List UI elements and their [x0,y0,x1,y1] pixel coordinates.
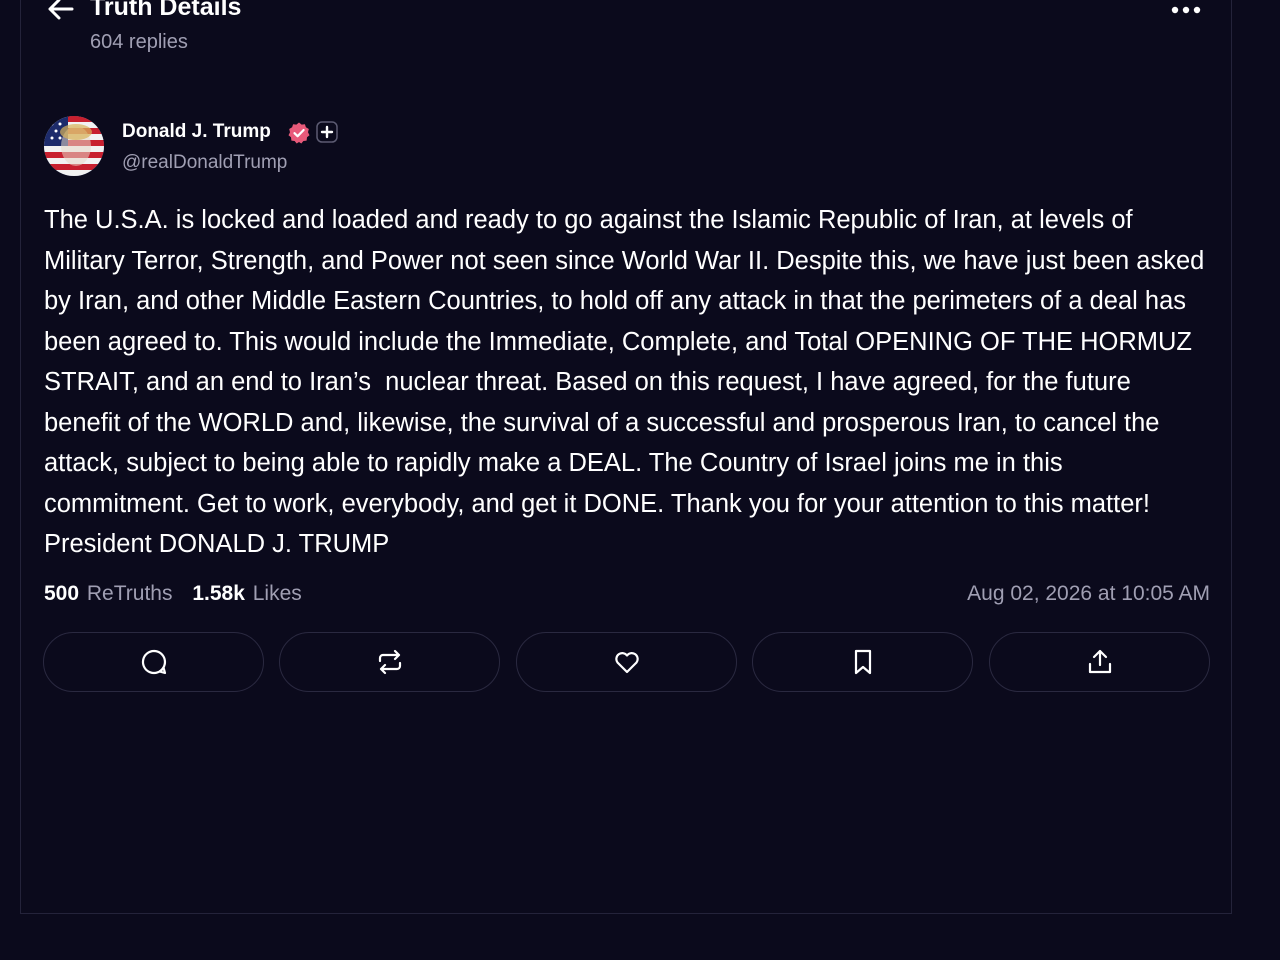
reply-icon [141,649,166,675]
back-button[interactable] [44,0,78,24]
author-handle[interactable]: @realDonaldTrump [122,151,287,175]
share-icon [1088,649,1111,674]
bookmark-button[interactable] [752,632,973,692]
verified-badge-icon [287,121,311,145]
retruths-label: ReTruths [86,582,173,605]
replies-count: 604 replies [90,31,188,53]
post-stats: 500 ReTruths 1.58k Likes Aug 02, 2026 at… [44,579,1210,609]
more-options-button[interactable] [1170,0,1204,20]
retruth-icon [378,649,401,675]
ellipsis-icon [1171,6,1201,14]
retruth-button[interactable] [279,632,500,692]
post-actions [43,632,1211,694]
retruths-stat[interactable]: 500 ReTruths [44,579,172,609]
author-name[interactable]: Donald J. Trump [122,120,271,144]
post-timestamp: Aug 02, 2026 at 10:05 AM [967,582,1210,605]
like-button[interactable] [516,632,737,692]
avatar-flag-portrait-icon [44,116,104,176]
share-button[interactable] [989,632,1210,692]
avatar[interactable] [44,116,104,176]
reply-button[interactable] [43,632,264,692]
arrow-left-icon [48,0,74,20]
plus-badge-icon [316,121,338,143]
post-text: The U.S.A. is locked and loaded and read… [44,206,1212,558]
like-icon [614,652,639,674]
bookmark-icon [854,649,871,675]
likes-count: 1.58k [192,582,245,605]
page-header: Truth Details 604 replies [44,0,1214,56]
likes-stat[interactable]: 1.58k Likes [192,579,301,609]
likes-label: Likes [252,582,302,605]
retruths-count: 500 [44,582,80,605]
page-title: Truth Details [90,0,242,21]
